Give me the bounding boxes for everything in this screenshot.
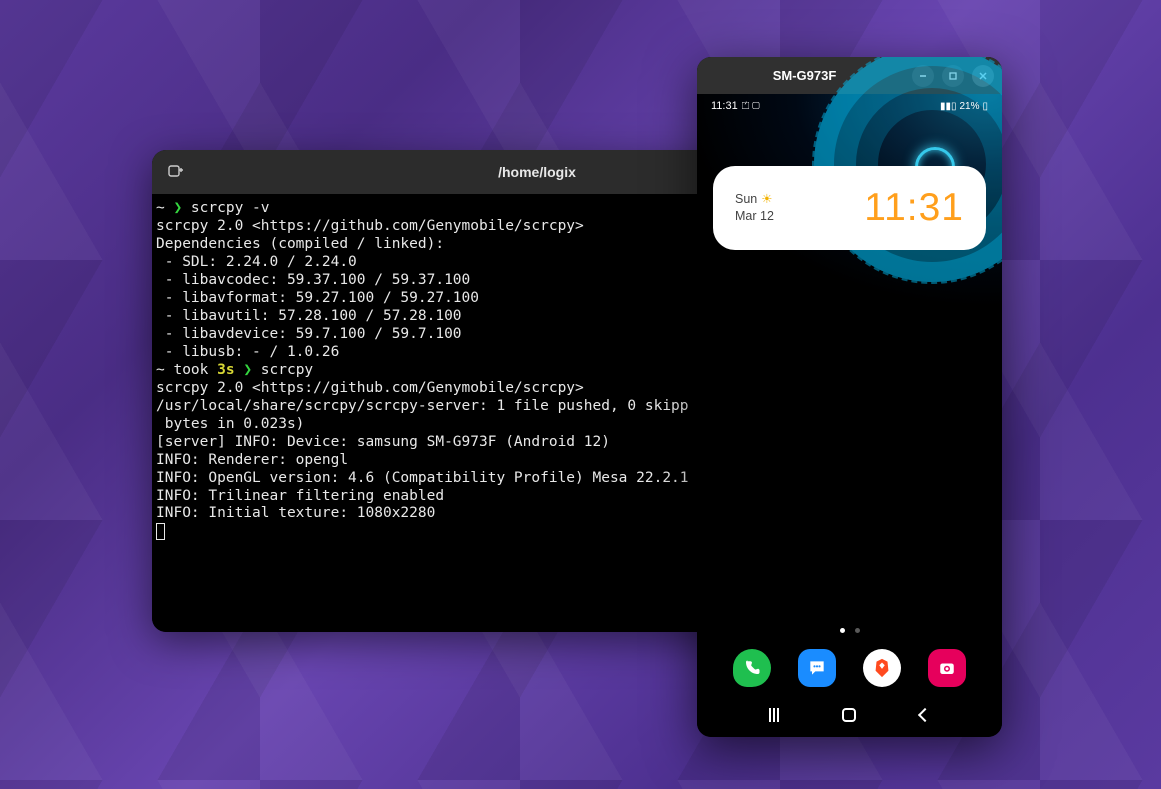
close-button[interactable] [972,65,994,87]
phone-window-title: SM-G973F [697,68,912,83]
maximize-button[interactable] [942,65,964,87]
clock-day: Sun [735,192,757,206]
battery-text: 21% [959,101,979,112]
navigation-bar [697,697,1002,737]
window-controls [912,65,994,87]
battery-icon: ▯ [982,101,988,112]
minimize-button[interactable] [912,65,934,87]
dock [697,635,1002,697]
status-left-icons: ⏍ ▢ [742,101,760,112]
status-bar: 11:31 ⏍ ▢ ▮▮▯ 21% ▯ [697,94,1002,118]
page-dot-active [840,628,845,633]
signal-icon: ▮▮▯ [940,101,957,112]
clock-widget[interactable]: Sun ☀ Mar 12 11:31 [713,166,986,250]
page-dot [855,628,860,633]
status-time: 11:31 [711,100,738,112]
nav-recent-button[interactable] [769,708,779,722]
phone-titlebar: SM-G973F [697,57,1002,94]
sun-icon: ☀ [761,192,772,206]
phone-app-icon[interactable] [733,649,771,687]
brave-app-icon[interactable] [863,649,901,687]
clock-date: Sun ☀ Mar 12 [735,191,774,225]
home-spacer [697,250,1002,622]
clock-time: 11:31 [864,186,964,230]
nav-home-button[interactable] [842,708,856,722]
nav-back-button[interactable] [920,710,930,720]
clock-date-text: Mar 12 [735,209,774,223]
messages-app-icon[interactable] [798,649,836,687]
phone-screen[interactable]: 11:31 ⏍ ▢ ▮▮▯ 21% ▯ Sun ☀ Mar 12 11:31 [697,94,1002,737]
phone-window: SM-G973F 11:31 ⏍ ▢ ▮▮▯ 21% ▯ Sun ☀ Mar 12 [697,57,1002,737]
camera-app-icon[interactable] [928,649,966,687]
new-tab-button[interactable] [162,158,190,186]
page-indicator [697,622,1002,635]
